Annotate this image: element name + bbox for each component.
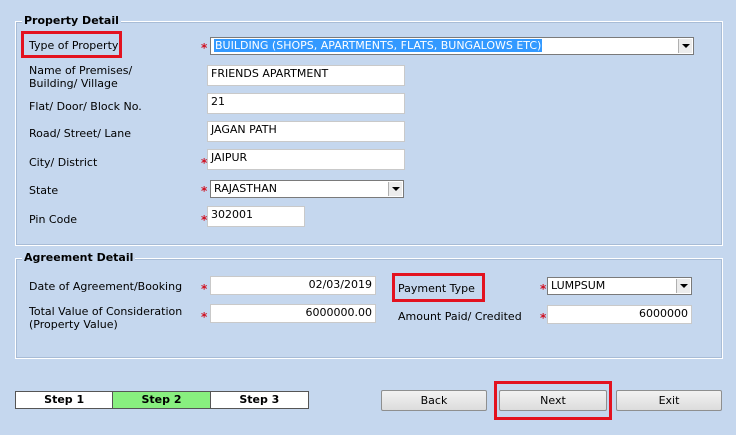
back-button[interactable]: Back bbox=[381, 390, 487, 411]
chevron-down-icon[interactable] bbox=[388, 182, 402, 196]
road-label: Road/ Street/ Lane bbox=[29, 127, 132, 140]
step-3: Step 3 bbox=[210, 392, 308, 408]
payment-type-selected-text: LUMPSUM bbox=[551, 279, 606, 292]
step-2-active: Step 2 bbox=[113, 392, 211, 408]
date-label: Date of Agreement/Booking bbox=[29, 280, 183, 293]
chevron-down-icon[interactable] bbox=[678, 39, 692, 53]
step-indicator: Step 1 Step 2 Step 3 bbox=[15, 391, 309, 409]
required-marker: * bbox=[201, 310, 208, 324]
chevron-down-icon[interactable] bbox=[676, 279, 690, 293]
state-selected-text: RAJASTHAN bbox=[214, 182, 278, 195]
city-input[interactable]: JAIPUR bbox=[207, 149, 405, 170]
premises-label-line2: Building/ Village bbox=[29, 77, 118, 90]
amount-paid-input[interactable]: 6000000 bbox=[547, 305, 692, 324]
total-value-input[interactable]: 6000000.00 bbox=[210, 304, 376, 323]
payment-type-select[interactable]: LUMPSUM bbox=[547, 277, 692, 295]
payment-type-highlight bbox=[392, 273, 485, 302]
required-marker: * bbox=[201, 184, 208, 198]
type-of-property-selected-text: BUILDING (SHOPS, APARTMENTS, FLATS, BUNG… bbox=[214, 39, 543, 52]
total-value-label-line2: (Property Value) bbox=[29, 318, 118, 331]
pin-label: Pin Code bbox=[29, 213, 78, 226]
date-input[interactable]: 02/03/2019 bbox=[210, 276, 376, 295]
amount-paid-label: Amount Paid/ Credited bbox=[398, 310, 522, 323]
premises-label-line1: Name of Premises/ bbox=[29, 64, 133, 77]
step-1: Step 1 bbox=[16, 392, 114, 408]
pin-input[interactable]: 302001 bbox=[207, 206, 305, 227]
premises-input[interactable]: FRIENDS APARTMENT bbox=[207, 65, 405, 86]
flat-input[interactable]: 21 bbox=[207, 93, 405, 114]
required-marker: * bbox=[201, 282, 208, 296]
flat-label: Flat/ Door/ Block No. bbox=[29, 100, 142, 113]
city-label: City/ District bbox=[29, 156, 98, 169]
required-marker: * bbox=[540, 311, 547, 325]
agreement-detail-title: Agreement Detail bbox=[22, 251, 136, 264]
state-label: State bbox=[29, 184, 59, 197]
next-button[interactable]: Next bbox=[499, 390, 607, 411]
property-detail-title: Property Detail bbox=[22, 14, 121, 27]
required-marker: * bbox=[540, 282, 547, 296]
exit-button[interactable]: Exit bbox=[616, 390, 722, 411]
state-select[interactable]: RAJASTHAN bbox=[210, 180, 404, 198]
required-marker: * bbox=[201, 41, 208, 55]
road-input[interactable]: JAGAN PATH bbox=[207, 121, 405, 142]
total-value-label-line1: Total Value of Consideration bbox=[29, 305, 183, 318]
type-of-property-select[interactable]: BUILDING (SHOPS, APARTMENTS, FLATS, BUNG… bbox=[210, 37, 694, 55]
type-of-property-highlight bbox=[21, 31, 122, 58]
